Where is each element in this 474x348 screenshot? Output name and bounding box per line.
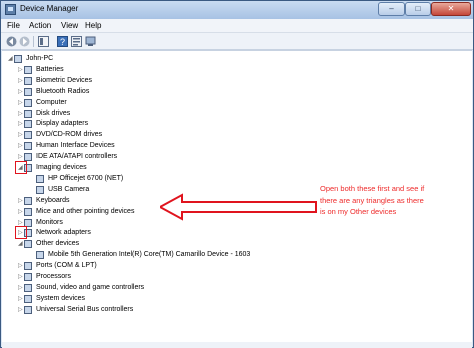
toolbar: ? [1, 33, 473, 50]
expander-icon[interactable]: ◢ [18, 241, 23, 247]
bluetooth-icon [24, 87, 32, 96]
menu-action[interactable]: Action [29, 21, 51, 30]
tree-item-label: Computer [36, 98, 67, 106]
ide-controller-icon [24, 153, 32, 162]
device-icon [36, 185, 44, 194]
help-icon[interactable]: ? [57, 36, 68, 47]
tree-item-label: DVD/CD-ROM drives [36, 131, 103, 139]
tree-item-label: Batteries [36, 65, 64, 73]
expander-icon[interactable]: ▷ [18, 78, 23, 84]
port-icon [24, 262, 32, 271]
dvd-drive-icon [24, 131, 32, 140]
expander-icon[interactable]: ▷ [18, 111, 23, 117]
tree-item-label: USB Camera [48, 185, 90, 193]
menu-bar: File Action View Help [1, 19, 473, 33]
expander-icon[interactable]: ▷ [18, 67, 23, 73]
tree-item-label: Ports (COM & LPT) [36, 262, 97, 270]
title-bar[interactable]: Device Manager – □ ✕ [1, 1, 473, 19]
toolbar-separator [33, 36, 34, 47]
expander-icon[interactable]: ▷ [18, 209, 23, 215]
tree-item-label: Disk drives [36, 109, 71, 117]
back-icon[interactable] [6, 36, 17, 47]
expander-icon[interactable]: ▷ [18, 220, 23, 226]
expander-icon[interactable]: ▷ [18, 132, 23, 138]
tree-item-label: Monitors [36, 218, 63, 226]
tree-item-label: System devices [36, 294, 86, 302]
expander-icon[interactable]: ▷ [18, 285, 23, 291]
tree-item-label: Bluetooth Radios [36, 87, 90, 95]
computer-icon [24, 98, 32, 107]
sound-icon [24, 283, 32, 292]
device-manager-window: Device Manager – □ ✕ File Action View He… [0, 0, 474, 348]
annotation-arrow [160, 193, 317, 221]
forward-icon[interactable] [19, 36, 30, 47]
svg-text:?: ? [60, 37, 65, 47]
maximize-button[interactable]: □ [405, 2, 431, 16]
tree-item-label: Network adapters [36, 229, 91, 237]
expander-icon[interactable]: ▷ [18, 154, 23, 160]
tree-item-label: Processors [36, 273, 72, 280]
device-icon [36, 251, 44, 260]
tree-item-label: Sound, video and game controllers [36, 283, 145, 291]
hid-icon [24, 142, 32, 151]
expander-icon[interactable]: ▷ [18, 307, 23, 313]
system-device-icon [24, 294, 32, 303]
disk-drive-icon [24, 109, 32, 118]
tree-item-label: Biometric Devices [36, 76, 93, 84]
properties-icon[interactable] [71, 36, 82, 47]
tree-item-label: Mice and other pointing devices [36, 207, 135, 215]
mouse-icon [24, 207, 32, 216]
unknown-device-icon [24, 240, 32, 249]
computer-icon [14, 55, 22, 63]
tree-item-label: Human Interface Devices [36, 142, 115, 150]
highlight-imaging-devices-expander [15, 161, 27, 174]
tree-item-label: Other devices [36, 240, 80, 248]
expander-icon[interactable]: ▷ [18, 274, 23, 280]
expander-icon[interactable]: ▷ [18, 89, 23, 95]
highlight-network-adapters-expander [15, 226, 27, 239]
device-icon [36, 174, 44, 183]
expander-icon[interactable]: ▷ [18, 296, 23, 302]
device-manager-app-icon [5, 4, 16, 15]
biometric-icon [24, 76, 32, 85]
status-bar [2, 342, 472, 348]
battery-icon [24, 65, 32, 74]
tree-item-label: Keyboards [36, 196, 70, 204]
tree-item-label: John-PC [26, 55, 54, 62]
minimize-button[interactable]: – [378, 2, 405, 16]
menu-help[interactable]: Help [85, 21, 101, 30]
tree-item-label: Mobile 5th Generation Intel(R) Core(TM) … [48, 251, 251, 259]
display-adapter-icon [24, 120, 32, 129]
expander-icon[interactable]: ▷ [18, 263, 23, 269]
window-title: Device Manager [20, 4, 79, 13]
tree-item-label: Display adapters [36, 120, 89, 128]
close-button[interactable]: ✕ [431, 2, 471, 16]
tree-item-label: Universal Serial Bus controllers [36, 305, 134, 313]
menu-view[interactable]: View [61, 21, 78, 30]
usb-icon [24, 305, 32, 314]
tree-item-label: HP Officejet 6700 (NET) [48, 174, 124, 182]
show-hide-tree-icon[interactable] [38, 36, 49, 47]
expander-icon[interactable]: ▷ [18, 121, 23, 127]
scan-hardware-icon[interactable] [85, 36, 96, 47]
tree-item-label: IDE ATA/ATAPI controllers [36, 153, 118, 161]
expander-icon[interactable]: ▷ [18, 198, 23, 204]
expander-icon[interactable]: ▷ [18, 100, 23, 106]
expander-icon[interactable]: ◢ [8, 56, 13, 62]
tree-item-label: Imaging devices [36, 164, 87, 171]
menu-file[interactable]: File [7, 21, 20, 30]
annotation-note: Open both these first and see if there a… [320, 184, 425, 216]
expander-icon[interactable]: ▷ [18, 143, 23, 149]
keyboard-icon [24, 196, 32, 205]
processor-icon [24, 273, 32, 281]
